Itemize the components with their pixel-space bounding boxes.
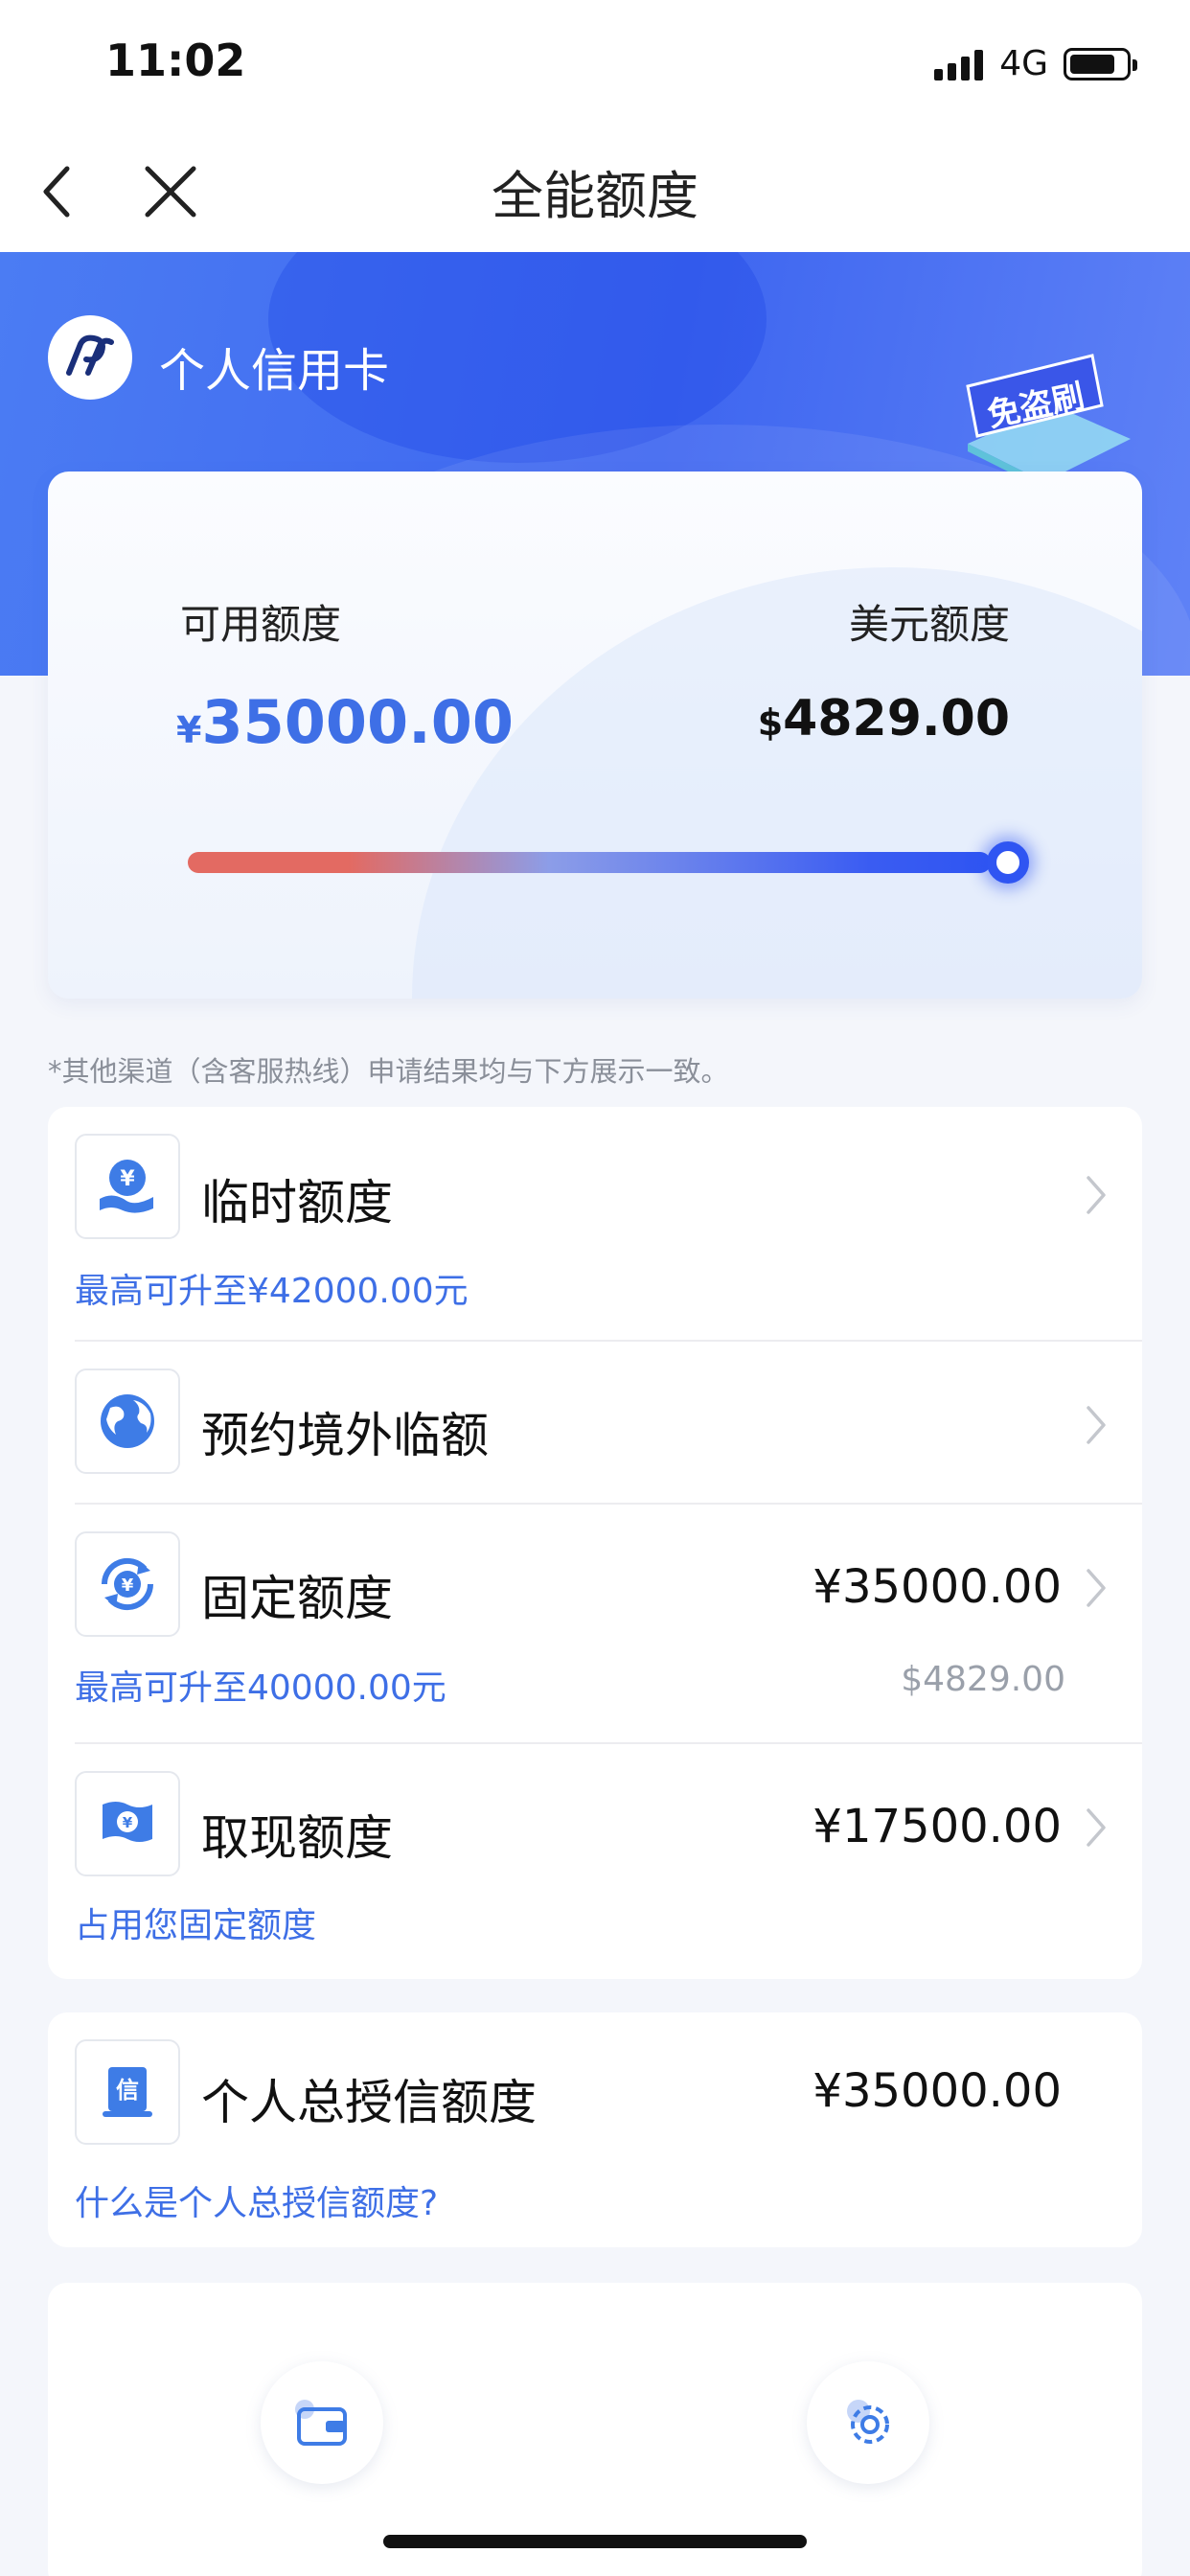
usd-label: 美元额度 xyxy=(848,601,1010,648)
fixed-quota-icon-box: ¥ xyxy=(75,1531,180,1637)
credit-help-link[interactable]: 什么是个人总授信额度? xyxy=(75,2175,438,2225)
channel-note: *其他渠道（含客服热线）申请结果均与下方展示一致。 xyxy=(48,1055,729,1088)
usd-value: 4829.00 xyxy=(783,690,1010,748)
temp-quota-icon-box: ¥ xyxy=(75,1134,180,1239)
card-decoration xyxy=(412,567,1142,999)
available-label: 可用额度 xyxy=(180,601,342,648)
home-indicator[interactable] xyxy=(383,2535,807,2548)
list-item-value: ¥17500.00 xyxy=(812,1800,1062,1853)
chevron-right-icon xyxy=(1077,1804,1115,1852)
available-value: 35000.00 xyxy=(201,687,514,757)
list-item-overseas-temp-quota[interactable]: 预约境外临额 xyxy=(48,1342,1142,1505)
page-title: 全能额度 xyxy=(492,166,698,226)
quota-slider-track xyxy=(188,852,991,873)
list-item-subtitle: 占用您固定额度 xyxy=(75,1906,317,1945)
usd-currency: $ xyxy=(757,702,784,744)
globe-icon xyxy=(101,1394,154,1448)
list-item-fixed-quota[interactable]: ¥ 固定额度 ¥35000.00 最高可升至40000.00元 $4829.00 xyxy=(48,1505,1142,1744)
anti-theft-badge: 免盗刷 xyxy=(966,354,1131,490)
list-item-title: 取现额度 xyxy=(201,1810,393,1866)
cash-icon-box: ¥ xyxy=(75,1771,180,1876)
total-credit-card: 信 个人总授信额度 ¥35000.00 什么是个人总授信额度? xyxy=(48,2012,1142,2247)
battery-icon xyxy=(1064,47,1137,80)
list-item-usd-value: $4829.00 xyxy=(901,1660,1065,1699)
usd-amount: $4829.00 xyxy=(758,690,1010,748)
svg-text:¥: ¥ xyxy=(120,1167,135,1191)
credit-icon-char: 信 xyxy=(116,2077,139,2104)
gear-icon xyxy=(847,2400,889,2444)
quota-slider-knob[interactable] xyxy=(987,841,1029,884)
bottom-shortcuts-card xyxy=(48,2283,1142,2576)
list-item-value: ¥35000.00 xyxy=(812,1560,1062,1614)
quota-card: 可用额度 美元额度 ¥35000.00 $4829.00 xyxy=(48,472,1142,999)
credit-value: ¥35000.00 xyxy=(812,2064,1062,2118)
list-item-cash-quota[interactable]: ¥ 取现额度 ¥17500.00 占用您固定额度 xyxy=(48,1744,1142,1979)
list-item-title: 临时额度 xyxy=(201,1175,393,1230)
svg-text:¥: ¥ xyxy=(123,1814,133,1831)
credit-icon-box: 信 xyxy=(75,2039,180,2145)
network-type: 4G xyxy=(999,44,1048,83)
list-item-title: 预约境外临额 xyxy=(201,1408,489,1463)
credit-icon: 信 xyxy=(103,2067,152,2117)
chevron-right-icon xyxy=(1077,1401,1115,1449)
temp-quota-icon: ¥ xyxy=(100,1160,153,1213)
card-name: 个人信用卡 xyxy=(159,344,390,398)
bank-logo xyxy=(48,315,132,400)
settings-button[interactable] xyxy=(807,2361,929,2484)
cash-icon: ¥ xyxy=(103,1802,152,1842)
quota-list: ¥ 临时额度 最高可升至¥42000.00元 预约境外临额 ¥ 固定额度 ¥35… xyxy=(48,1107,1142,1979)
fixed-quota-icon: ¥ xyxy=(101,1557,154,1611)
bank-logo-icon xyxy=(66,334,114,376)
status-time: 11:02 xyxy=(105,34,246,86)
available-amount: ¥35000.00 xyxy=(176,687,514,757)
signal-icon xyxy=(934,48,988,80)
list-item-subtitle: 最高可升至¥42000.00元 xyxy=(75,1272,469,1311)
credit-title: 个人总授信额度 xyxy=(201,2075,537,2130)
list-item-temp-quota[interactable]: ¥ 临时额度 最高可升至¥42000.00元 xyxy=(48,1107,1142,1342)
svg-text:¥: ¥ xyxy=(122,1576,134,1596)
status-bar: 11:02 4G xyxy=(0,0,1190,125)
chevron-right-icon xyxy=(1077,1564,1115,1612)
list-item-subtitle: 最高可升至40000.00元 xyxy=(75,1668,446,1708)
wallet-button[interactable] xyxy=(261,2361,383,2484)
globe-icon-box xyxy=(75,1368,180,1474)
nav-bar: 全能额度 xyxy=(0,125,1190,252)
wallet-icon xyxy=(295,2400,347,2446)
list-item-title: 固定额度 xyxy=(201,1571,393,1626)
status-indicators: 4G xyxy=(934,44,1137,83)
chevron-right-icon xyxy=(1077,1171,1115,1219)
available-currency: ¥ xyxy=(176,709,202,751)
